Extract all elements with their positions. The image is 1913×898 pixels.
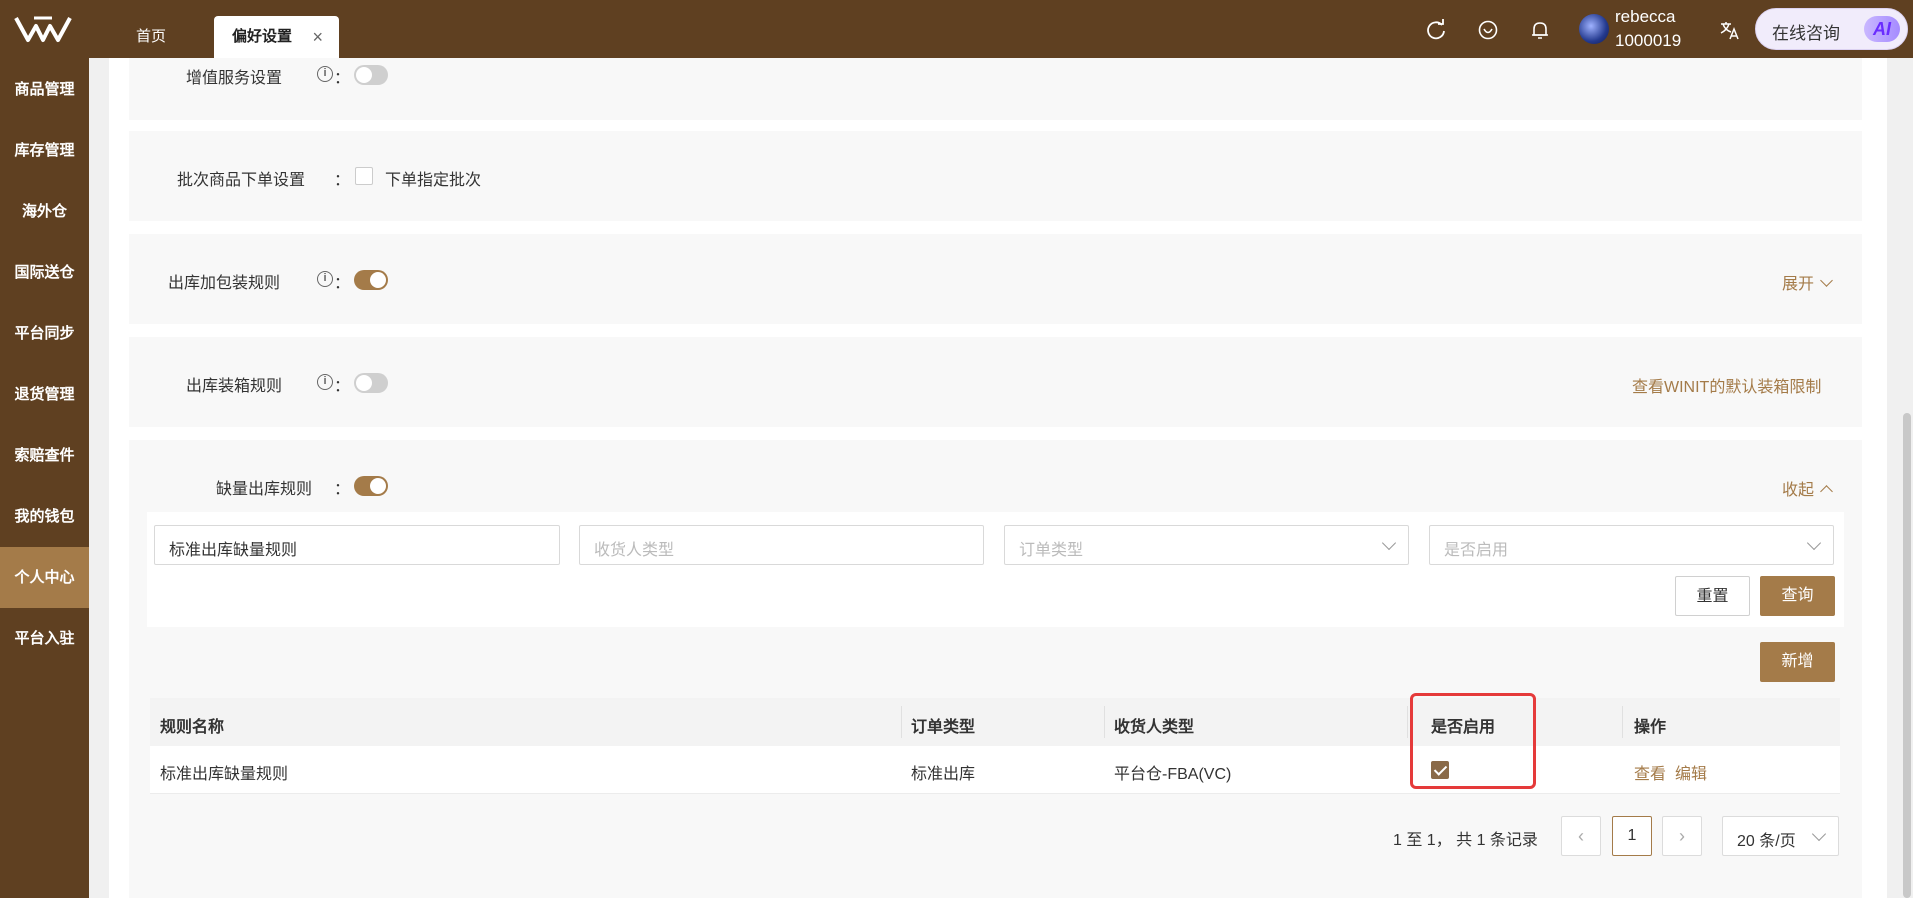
- chevron-down-icon: [1806, 535, 1822, 551]
- view-link[interactable]: 查看: [1634, 760, 1666, 784]
- shortage-toggle[interactable]: [354, 476, 388, 496]
- avatar[interactable]: [1579, 14, 1609, 44]
- batch-panel: 批次商品下单设置 ： 下单指定批次: [129, 131, 1862, 221]
- sidebar-item-inventory[interactable]: 库存管理: [0, 120, 89, 181]
- edit-link[interactable]: 编辑: [1675, 760, 1707, 784]
- colon: ：: [334, 275, 351, 292]
- translate-icon[interactable]: [1719, 19, 1741, 41]
- scrollbar-thumb[interactable]: [1903, 413, 1911, 898]
- enabled-select[interactable]: 是否启用: [1429, 525, 1834, 565]
- sidebar-item-platform-sync[interactable]: 平台同步: [0, 303, 89, 364]
- sidebar-item-profile[interactable]: 个人中心: [0, 547, 89, 608]
- bell-icon[interactable]: [1529, 19, 1551, 41]
- page-size-value: 20 条/页: [1737, 833, 1796, 850]
- ai-consult-button[interactable]: 在线咨询 AI: [1755, 8, 1908, 50]
- chevron-up-icon: [1820, 485, 1833, 498]
- ai-consult-label: 在线咨询: [1772, 24, 1840, 43]
- info-icon[interactable]: i: [317, 374, 333, 390]
- info-icon[interactable]: i: [317, 66, 333, 82]
- boxing-panel: 出库装箱规则 i ： 查看WINIT的默认装箱限制: [129, 337, 1862, 427]
- sidebar-item-platform-join[interactable]: 平台入驻: [0, 608, 89, 669]
- boxing-label: 出库装箱规则: [186, 378, 283, 395]
- sidebar-item-returns[interactable]: 退货管理: [0, 364, 89, 425]
- page-size-select[interactable]: 20 条/页: [1722, 816, 1839, 856]
- sidebar-item-products[interactable]: 商品管理: [0, 59, 89, 120]
- tab-preferences-label: 偏好设置: [232, 28, 293, 45]
- value-added-panel: 增值服务设置 i ：: [129, 58, 1862, 120]
- value-added-toggle[interactable]: [354, 65, 388, 85]
- colon: ：: [334, 481, 351, 498]
- query-button[interactable]: 查询: [1760, 576, 1835, 616]
- packaging-toggle[interactable]: [354, 270, 388, 290]
- add-button[interactable]: 新增: [1760, 642, 1835, 682]
- shortage-label: 缺量出库规则: [216, 481, 313, 498]
- column-divider[interactable]: [901, 706, 902, 738]
- user-id: 1000019: [1615, 31, 1682, 50]
- info-icon[interactable]: i: [317, 271, 333, 287]
- winit-logo-icon[interactable]: [14, 14, 72, 44]
- collapse-link[interactable]: 收起: [1782, 476, 1833, 500]
- cell-consignee-type: 平台仓-FBA(VC): [1114, 766, 1232, 783]
- expand-link[interactable]: 展开: [1782, 270, 1833, 294]
- order-type-select[interactable]: 订单类型: [1004, 525, 1409, 565]
- sidebar-item-wallet[interactable]: 我的钱包: [0, 486, 89, 547]
- tab-home[interactable]: 首页: [136, 16, 166, 58]
- chevron-down-icon: [1381, 535, 1397, 551]
- boxing-toggle[interactable]: [354, 373, 388, 393]
- packaging-label: 出库加包装规则: [168, 275, 281, 292]
- col-consignee-type: 收货人类型: [1114, 719, 1195, 736]
- packaging-panel: 出库加包装规则 i ： 展开: [129, 234, 1862, 324]
- enabled-column-highlight: [1410, 693, 1536, 789]
- ai-badge: AI: [1864, 16, 1900, 42]
- batch-checkbox-label[interactable]: 下单指定批次: [385, 166, 481, 190]
- column-divider[interactable]: [1104, 706, 1105, 738]
- refresh-icon[interactable]: [1425, 19, 1447, 41]
- collapse-label: 收起: [1782, 482, 1815, 499]
- order-type-placeholder: 订单类型: [1019, 542, 1084, 559]
- value-added-label: 增值服务设置: [186, 70, 283, 87]
- rule-name-input[interactable]: 标准出库缺量规则: [154, 525, 560, 565]
- chevron-down-icon: [1820, 274, 1833, 287]
- col-order-type: 订单类型: [911, 719, 976, 736]
- colon: ：: [334, 70, 351, 87]
- colon: ：: [334, 378, 351, 395]
- expand-label: 展开: [1782, 276, 1815, 293]
- heart-icon[interactable]: [1477, 19, 1499, 41]
- sidebar-item-claims[interactable]: 索赔查件: [0, 425, 89, 486]
- consignee-type-input[interactable]: 收货人类型: [579, 525, 984, 565]
- sidebar-item-intl-delivery[interactable]: 国际送仓: [0, 242, 89, 303]
- cell-rule-name: 标准出库缺量规则: [160, 766, 289, 783]
- pagination-summary: 1 至 1， 共 1 条记录: [1393, 832, 1538, 849]
- top-bar: 首页 偏好设置 × rebecca 1000019 在线咨询 AI: [0, 0, 1913, 58]
- enabled-placeholder: 是否启用: [1444, 542, 1509, 559]
- batch-checkbox[interactable]: [355, 167, 373, 185]
- batch-label: 批次商品下单设置: [177, 172, 306, 189]
- sidebar-item-overseas-warehouse[interactable]: 海外仓: [0, 181, 89, 242]
- winit-box-limit-link[interactable]: 查看WINIT的默认装箱限制: [1632, 373, 1821, 397]
- reset-button[interactable]: 重置: [1675, 576, 1750, 616]
- consignee-type-placeholder: 收货人类型: [594, 542, 675, 559]
- close-icon[interactable]: ×: [312, 16, 323, 58]
- column-divider[interactable]: [1622, 706, 1623, 738]
- prev-page-button[interactable]: ‹: [1561, 816, 1601, 856]
- sidebar: 商品管理 库存管理 海外仓 国际送仓 平台同步 退货管理 索赔查件 我的钱包 个…: [0, 58, 89, 898]
- rule-name-value: 标准出库缺量规则: [169, 542, 298, 559]
- cell-order-type: 标准出库: [911, 766, 976, 783]
- col-actions: 操作: [1634, 719, 1667, 736]
- shortage-panel: 缺量出库规则 ： 收起: [129, 440, 1862, 898]
- page-1-button[interactable]: 1: [1612, 816, 1652, 856]
- chevron-down-icon: [1811, 826, 1827, 842]
- col-rule-name: 规则名称: [160, 719, 225, 736]
- table-row: 标准出库缺量规则 标准出库 平台仓-FBA(VC) 查看 编辑: [150, 746, 1840, 794]
- user-name[interactable]: rebecca: [1615, 6, 1675, 28]
- table-header: 规则名称 订单类型 收货人类型 是否启用 操作: [150, 698, 1840, 746]
- next-page-button[interactable]: ›: [1662, 816, 1702, 856]
- column-divider[interactable]: [1407, 706, 1408, 738]
- colon: ：: [334, 172, 351, 189]
- tab-preferences[interactable]: 偏好设置 ×: [214, 16, 339, 58]
